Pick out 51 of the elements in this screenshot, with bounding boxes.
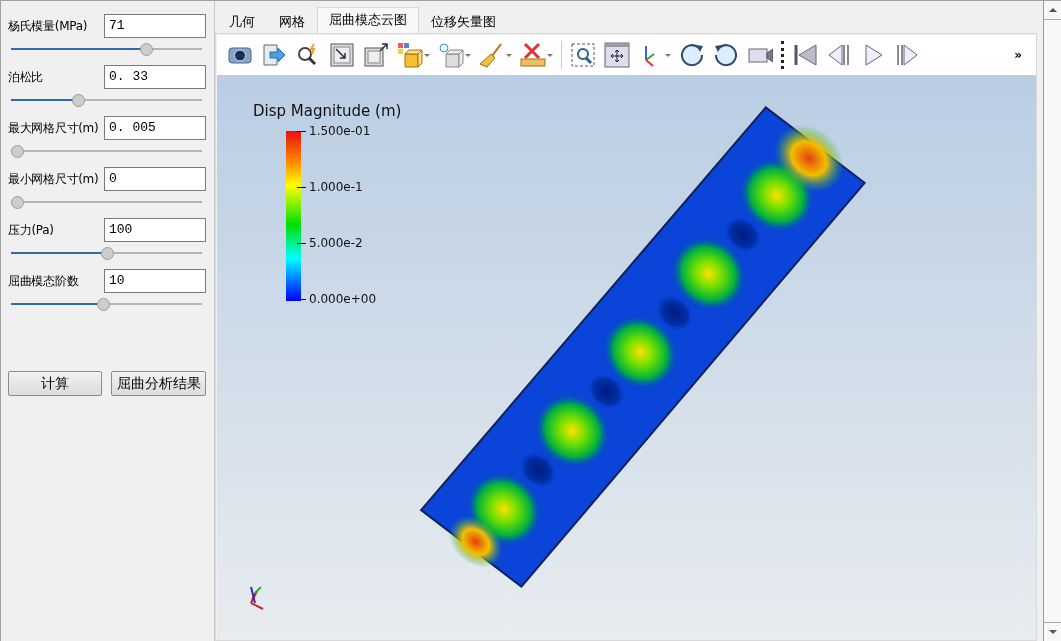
slider-handle[interactable] (96, 298, 110, 311)
compute-button[interactable]: 计算 (8, 371, 102, 396)
view-tab[interactable]: 屈曲模态云图 (317, 7, 419, 33)
view-tab[interactable]: 几何 (217, 9, 267, 33)
parameter-input[interactable]: 71 (104, 14, 206, 38)
axes-triad-icon (250, 586, 264, 610)
parameter-input[interactable]: 10 (104, 269, 206, 293)
cube-light-icon[interactable] (438, 42, 464, 68)
step-back-icon[interactable] (826, 42, 852, 68)
legend-title: Disp Magnitude (m) (253, 102, 402, 120)
rotate-counterclockwise-icon[interactable] (713, 42, 739, 68)
legend-tick-label: 1.500e-01 (309, 124, 371, 138)
dropdown-caret-icon[interactable] (465, 53, 471, 57)
parameter-input[interactable]: 0. 005 (104, 116, 206, 140)
view-tab[interactable]: 网格 (267, 9, 317, 33)
parameter-input[interactable]: 0 (104, 167, 206, 191)
parameter-input[interactable]: 100 (104, 218, 206, 242)
parameter-input[interactable]: 0. 33 (104, 65, 206, 89)
dropdown-caret-icon[interactable] (547, 53, 553, 57)
parameter-label: 最小网格尺寸(m) (8, 170, 99, 188)
broom-icon[interactable] (479, 42, 505, 68)
slider-handle[interactable] (11, 196, 24, 209)
slider-handle[interactable] (139, 43, 153, 56)
box-arrow-in-icon[interactable] (329, 42, 355, 68)
dropdown-caret-icon[interactable] (424, 53, 430, 57)
slider-handle[interactable] (100, 247, 114, 260)
toolbar-overflow-button[interactable]: » (1006, 48, 1030, 62)
parameter-label: 屈曲模态阶数 (8, 272, 79, 290)
ruler-delete-icon[interactable] (520, 42, 546, 68)
rotate-clockwise-icon[interactable] (679, 42, 705, 68)
parameter-label: 杨氏模量(MPa) (8, 17, 88, 35)
slider-handle[interactable] (11, 145, 24, 158)
fit-view-icon[interactable] (604, 42, 630, 68)
render-viewport[interactable]: Disp Magnitude (m) 1.500e-01 1.000e-1 5.000e-2 0.000e+00 (217, 75, 1036, 640)
dropdown-caret-icon[interactable] (665, 53, 671, 57)
zoom-box-icon[interactable] (570, 42, 596, 68)
box-arrow-out-icon[interactable] (363, 42, 389, 68)
parameter-label: 最大网格尺寸(m) (8, 119, 99, 137)
parameter-label: 泊松比 (8, 68, 44, 86)
slider-handle[interactable] (71, 94, 85, 107)
export-icon[interactable] (261, 42, 287, 68)
legend-tick-label: 5.000e-2 (309, 236, 363, 250)
view-tab[interactable]: 位移矢量图 (419, 9, 508, 33)
results-button[interactable]: 屈曲分析结果 (111, 371, 206, 396)
parameter-label: 压力(Pa) (8, 221, 54, 239)
legend-tick-label: 0.000e+00 (309, 292, 377, 306)
step-forward-icon[interactable] (894, 42, 920, 68)
dropdown-caret-icon[interactable] (506, 53, 512, 57)
cube-colors-icon[interactable] (397, 42, 423, 68)
legend-tick-label: 1.000e-1 (309, 180, 363, 194)
skip-to-start-icon[interactable] (792, 42, 818, 68)
